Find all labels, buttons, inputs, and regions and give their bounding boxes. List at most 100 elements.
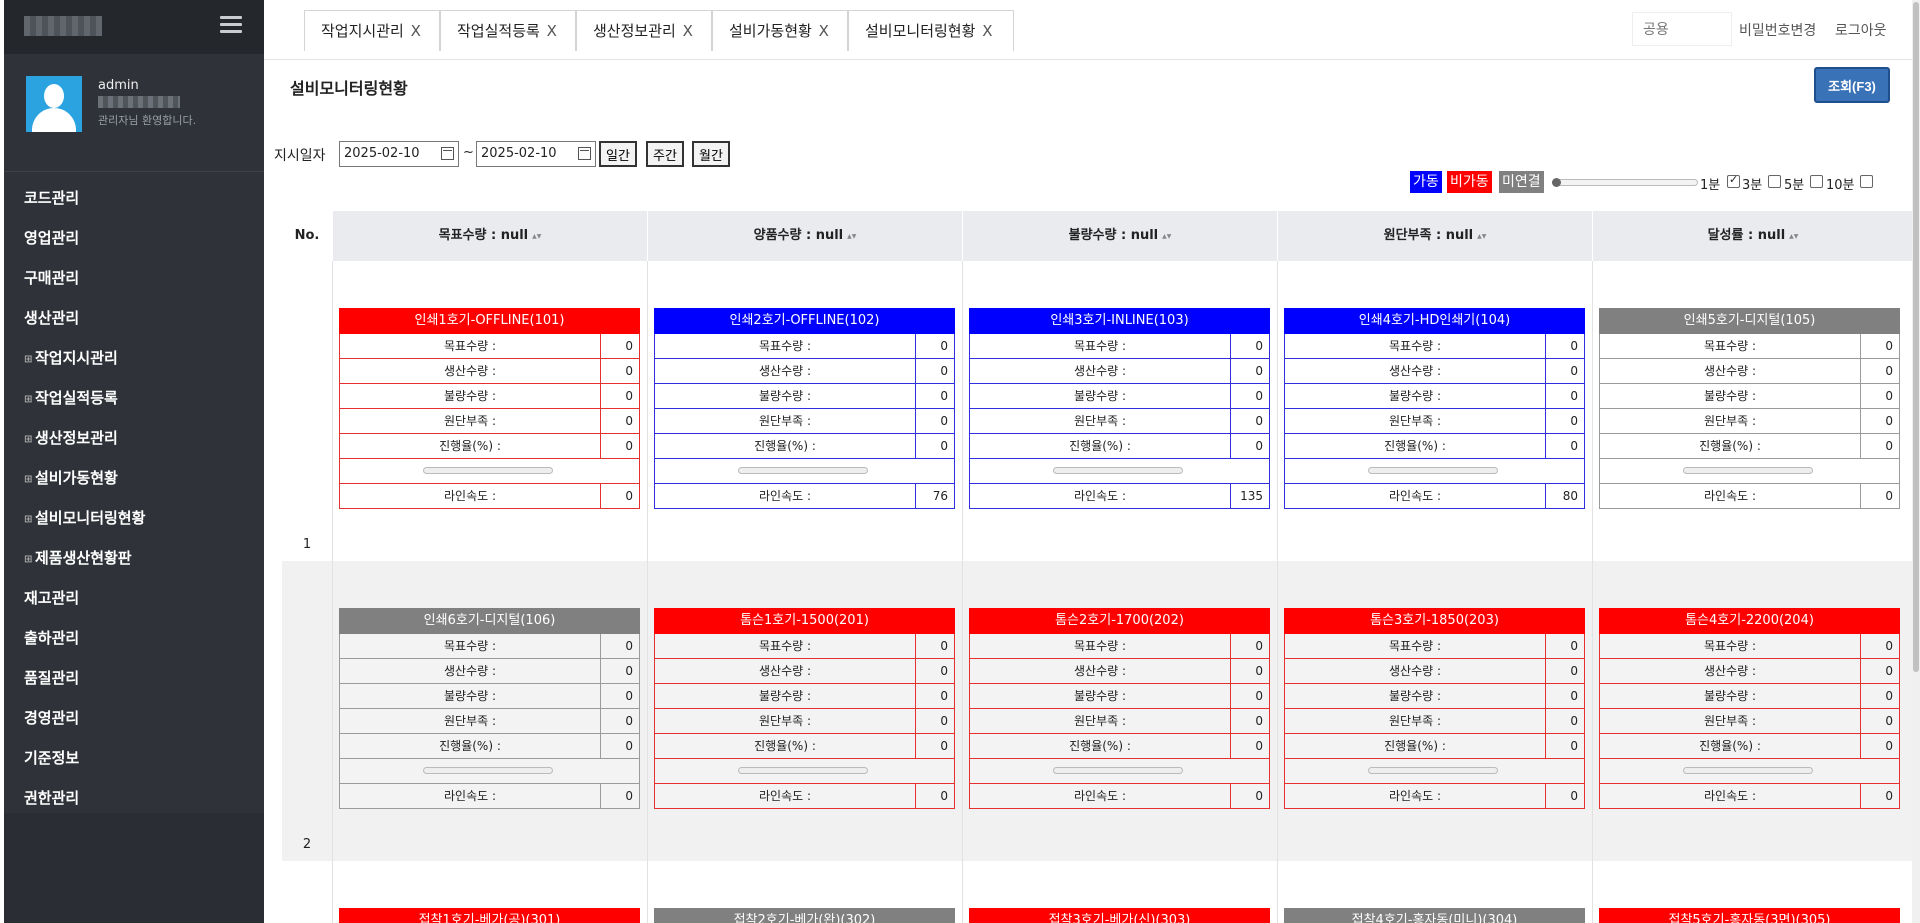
equipment-card[interactable]: 인쇄1호기-OFFLINE(101) 목표수량 :0 생산수량 :0 불량수량 :0원… xyxy=(339,308,640,509)
date-to-input[interactable]: 2025-02-10 xyxy=(476,141,596,167)
equipment-card[interactable]: 접착3호기-베가(신)(303) xyxy=(969,908,1270,923)
sidebar-item-label: 생산정보관리 xyxy=(35,429,118,447)
sidebar-item[interactable]: 영업관리 xyxy=(4,218,264,258)
card-row: 목표수량 : 0 xyxy=(339,634,640,659)
equipment-title: 접착4호기-홍자동(미니)(304) xyxy=(1284,908,1585,923)
tab[interactable]: 작업지시관리 X xyxy=(304,10,440,51)
equipment-card[interactable]: 인쇄6호기-디지털(106) 목표수량 :0 생산수량 :0 불량수량 :0 원단부족 … xyxy=(339,608,640,809)
daily-button[interactable]: 일간 xyxy=(599,141,637,167)
sidebar-item[interactable]: ⊞ 설비모니터링현황 xyxy=(4,498,264,538)
search-button[interactable]: 조회(F3) xyxy=(1814,67,1890,103)
sidebar-item[interactable]: 권한관리 xyxy=(4,778,264,818)
tab[interactable]: 설비가동현황 X xyxy=(712,10,848,51)
calendar-icon[interactable] xyxy=(578,147,591,160)
equipment-card[interactable]: 톰슨1호기-1500(201) 목표수량 :0 생산수량 :0 불량수량 :0 원단부족… xyxy=(654,608,955,809)
progress-row xyxy=(654,759,955,784)
sort-icon[interactable]: ▲▼ xyxy=(847,233,856,240)
equipment-card[interactable]: 인쇄4호기-HD인쇄기(104) 목표수량 :0 생산수량 :0 불량수량 :0 원단부… xyxy=(1284,308,1585,509)
equipment-card[interactable]: 접착1호기-베가(공)(301) xyxy=(339,908,640,923)
sidebar-item-label: 품질관리 xyxy=(24,669,80,687)
column-header[interactable]: 원단부족 : null ▲▼ xyxy=(1277,211,1592,261)
card-row: 진행율(%) : 0 xyxy=(969,734,1270,759)
column-divider xyxy=(647,261,648,923)
speed-value: 76 xyxy=(932,489,948,503)
field-label: 목표수량 : xyxy=(655,334,916,358)
speed-label: 라인속도 : xyxy=(970,484,1231,508)
close-icon[interactable]: X xyxy=(982,22,992,40)
logout-link[interactable]: 로그아웃 xyxy=(1835,20,1887,40)
sort-icon[interactable]: ▲▼ xyxy=(1162,233,1171,240)
progress-row xyxy=(339,459,640,484)
column-header[interactable]: 달성률 : null ▲▼ xyxy=(1592,211,1913,261)
equipment-card[interactable]: 인쇄2호기-OFFLINE(102) 목표수량 :0 생산수량 :0 불량수량 :0원… xyxy=(654,308,955,509)
tab[interactable]: 작업실적등록 X xyxy=(440,10,576,51)
equipment-card[interactable]: 톰슨3호기-1850(203) 목표수량 :0 생산수량 :0 불량수량 :0 원단부족… xyxy=(1284,608,1585,809)
field-value: 0 xyxy=(1570,739,1578,753)
sidebar-item[interactable]: ⊞ 작업실적등록 xyxy=(4,378,264,418)
equipment-card[interactable]: 접착4호기-홍자동(미니)(304) xyxy=(1284,908,1585,923)
field-value: 0 xyxy=(625,639,633,653)
field-label: 불량수량 : xyxy=(1285,384,1546,408)
sidebar-item[interactable]: 구매관리 xyxy=(4,258,264,298)
sidebar-item[interactable]: 기준정보 xyxy=(4,738,264,778)
refresh-5min-checkbox[interactable] xyxy=(1810,175,1823,188)
date-from-input[interactable]: 2025-02-10 xyxy=(339,141,459,167)
field-value: 0 xyxy=(625,389,633,403)
expand-icon: ⊞ xyxy=(24,554,33,565)
equipment-card[interactable]: 인쇄3호기-INLINE(103) 목표수량 :0 생산수량 :0 불량수량 :0 원단… xyxy=(969,308,1270,509)
field-value: 0 xyxy=(940,739,948,753)
refresh-1min-checkbox[interactable] xyxy=(1727,173,1740,188)
progress-row xyxy=(1599,459,1900,484)
close-icon[interactable]: X xyxy=(547,22,557,40)
page-scrollbar[interactable] xyxy=(1912,0,1920,923)
close-icon[interactable]: X xyxy=(819,22,829,40)
speed-label: 라인속도 : xyxy=(970,784,1231,808)
close-icon[interactable]: X xyxy=(683,22,693,40)
sidebar-item[interactable]: 품질관리 xyxy=(4,658,264,698)
sidebar-item[interactable]: 생산관리 xyxy=(4,298,264,338)
sidebar-item[interactable]: ⊞ 생산정보관리 xyxy=(4,418,264,458)
calendar-icon[interactable] xyxy=(441,147,454,160)
scrollbar-thumb[interactable] xyxy=(1913,2,1919,672)
sort-icon[interactable]: ▲▼ xyxy=(532,233,541,240)
hamburger-menu-icon[interactable] xyxy=(220,16,242,36)
refresh-3min-checkbox[interactable] xyxy=(1768,175,1781,188)
refresh-10min-checkbox[interactable] xyxy=(1860,175,1873,188)
field-value: 0 xyxy=(1885,414,1893,428)
change-password-link[interactable]: 비밀번호변경 xyxy=(1739,20,1816,40)
refresh-slider[interactable] xyxy=(1552,178,1698,187)
equipment-card[interactable]: 접착5호기-홍자동(3면)(305) xyxy=(1599,908,1900,923)
tab[interactable]: 생산정보관리 X xyxy=(576,10,712,51)
card-row: 목표수량 : 0 xyxy=(969,634,1270,659)
column-header[interactable]: 불량수량 : null ▲▼ xyxy=(962,211,1277,261)
equipment-title: 접착3호기-베가(신)(303) xyxy=(969,908,1270,923)
sidebar-item[interactable]: ⊞ 제품생산현황판 xyxy=(4,538,264,578)
field-label: 생산수량 : xyxy=(655,359,916,383)
field-value: 0 xyxy=(1255,389,1263,403)
sidebar-item[interactable]: ⊞ 설비가동현황 xyxy=(4,458,264,498)
field-value: 0 xyxy=(1885,639,1893,653)
expand-icon: ⊞ xyxy=(24,434,33,445)
tab[interactable]: 설비모니터링현황 X xyxy=(848,10,1014,51)
column-header[interactable]: 목표수량 : null ▲▼ xyxy=(332,211,647,261)
sort-icon[interactable]: ▲▼ xyxy=(1477,233,1486,240)
sidebar-item[interactable]: 출하관리 xyxy=(4,618,264,658)
user-welcome: 관리자님 환영합니다. xyxy=(98,114,197,127)
card-row: 진행율(%) : 0 xyxy=(339,434,640,459)
weekly-button[interactable]: 주간 xyxy=(646,141,684,167)
sort-icon[interactable]: ▲▼ xyxy=(1789,233,1798,240)
equipment-card[interactable]: 톰슨4호기-2200(204) 목표수량 :0 생산수량 :0 불량수량 :0 원단부족… xyxy=(1599,608,1900,809)
sidebar-item[interactable]: ⊞ 작업지시관리 xyxy=(4,338,264,378)
column-header[interactable]: 양품수량 : null ▲▼ xyxy=(647,211,962,261)
equipment-card[interactable]: 접착2호기-베가(완)(302) xyxy=(654,908,955,923)
equipment-card[interactable]: 인쇄5호기-디지털(105) 목표수량 :0 생산수량 :0 불량수량 :0 원단부족 … xyxy=(1599,308,1900,509)
equipment-card[interactable]: 톰슨2호기-1700(202) 목표수량 :0 생산수량 :0 불량수량 :0 원단부족… xyxy=(969,608,1270,809)
sidebar-item[interactable]: 경영관리 xyxy=(4,698,264,738)
sidebar-item[interactable]: 코드관리 xyxy=(4,178,264,218)
sidebar-item[interactable]: 재고관리 xyxy=(4,578,264,618)
card-row: 원단부족 : 0 xyxy=(654,709,955,734)
common-input[interactable] xyxy=(1632,12,1732,46)
close-icon[interactable]: X xyxy=(411,22,421,40)
monthly-button[interactable]: 월간 xyxy=(692,141,730,167)
field-value: 0 xyxy=(940,439,948,453)
